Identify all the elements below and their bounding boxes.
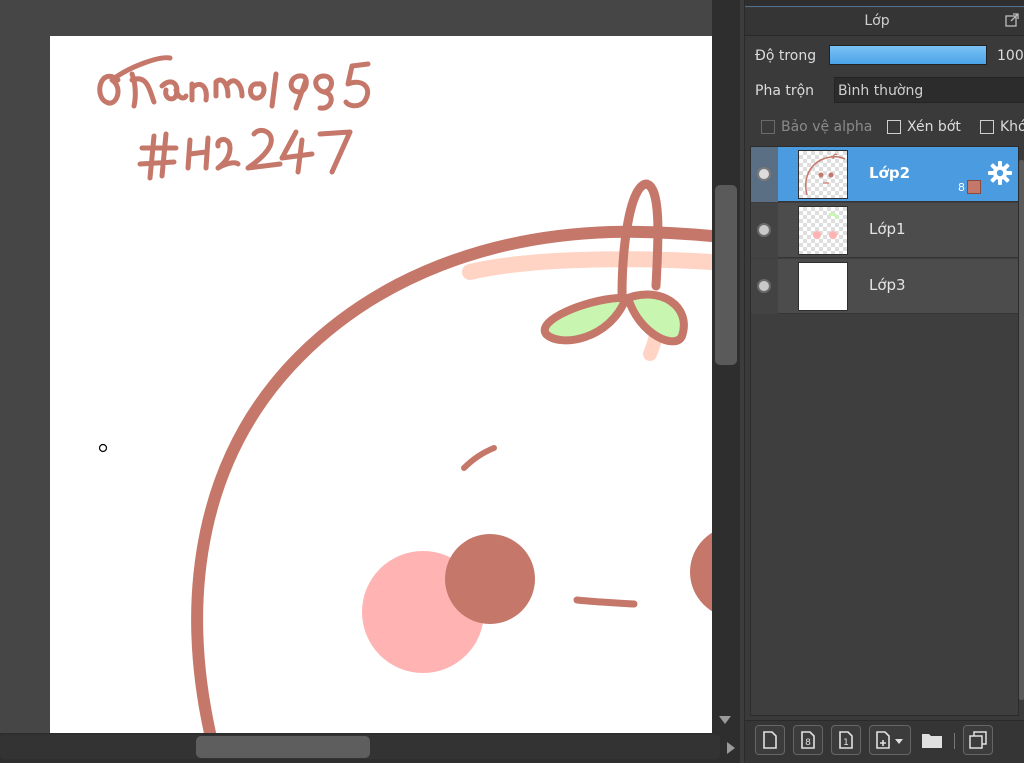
brush-cursor-icon [98, 443, 108, 453]
checkbox-box[interactable] [761, 120, 775, 134]
opacity-label: Độ trong [755, 48, 817, 64]
new-8bit-layer-icon: 8 [801, 731, 815, 749]
layer-name[interactable]: Lớp2 [869, 164, 910, 182]
visibility-eye-icon[interactable] [757, 167, 771, 181]
blend-mode-select[interactable]: Bình thường [834, 77, 1024, 103]
layer-count: 8 [958, 181, 965, 194]
layer-panel: Lớp Độ trong 100 Pha trộn Bình thường Bả… [744, 0, 1024, 763]
artwork [97, 55, 712, 733]
mouth [573, 596, 638, 608]
drawing-paper[interactable] [50, 36, 712, 733]
new-layer-button[interactable] [755, 725, 785, 755]
panel-title: Lớp [864, 13, 890, 29]
toolbar-separator [954, 733, 955, 749]
layer-item-lop2[interactable]: Lớp2 8 [751, 147, 1018, 202]
panel-header: Lớp [745, 8, 1024, 36]
new-layer-icon [763, 731, 777, 749]
add-layer-menu-icon [876, 731, 903, 749]
eye-left [445, 534, 535, 624]
svg-text:8: 8 [805, 738, 811, 748]
handwritten-signature [97, 55, 371, 181]
opacity-slider-fill [830, 46, 986, 64]
new-1bit-layer-icon: 1 [839, 731, 853, 749]
stem [617, 179, 663, 301]
folder-icon [922, 734, 942, 748]
blend-mode-label: Pha trộn [755, 83, 815, 99]
duplicate-layer-button[interactable] [963, 725, 993, 755]
layer-thumbnail [798, 262, 848, 311]
checkbox-box[interactable] [887, 120, 901, 134]
layer-thumbnail [798, 206, 848, 255]
canvas-horizontal-scrollbar[interactable] [0, 733, 740, 763]
leaf-right [624, 290, 688, 346]
clipping-label: Xén bớt [907, 119, 961, 135]
layer-item-lop1[interactable]: Lớp1 [751, 203, 1018, 258]
eyebrow [461, 445, 497, 471]
layer-thumbnail [798, 150, 848, 199]
popout-icon[interactable] [1005, 13, 1019, 27]
horizontal-scroll-thumb[interactable] [196, 736, 370, 758]
scroll-down-arrow-icon[interactable] [719, 716, 731, 724]
add-layer-menu-button[interactable] [869, 725, 911, 755]
panel-top-divider [745, 0, 1024, 7]
canvas-vertical-scrollbar[interactable] [712, 0, 740, 733]
rim-highlight [462, 251, 712, 280]
clipping-checkbox[interactable]: Xén bớt [887, 119, 961, 135]
layer-toolbar: 8 1 [745, 720, 1024, 763]
gear-icon[interactable] [987, 160, 1013, 186]
lock-checkbox[interactable]: Khó [980, 119, 1024, 135]
visibility-eye-icon[interactable] [757, 279, 771, 293]
new-8bit-layer-button[interactable]: 8 [793, 725, 823, 755]
new-1bit-layer-button[interactable]: 1 [831, 725, 861, 755]
canvas-area[interactable] [0, 0, 712, 733]
vertical-scroll-thumb[interactable] [715, 185, 737, 365]
leaf-left [540, 294, 630, 345]
layer-item-lop3[interactable]: Lớp3 [751, 259, 1018, 314]
new-folder-button[interactable] [917, 725, 947, 755]
lock-label: Khó [1000, 119, 1024, 135]
protect-alpha-checkbox[interactable]: Bảo vệ alpha [761, 119, 872, 135]
eye-right [690, 532, 712, 612]
opacity-value: 100 [997, 48, 1024, 64]
checkbox-box[interactable] [980, 120, 994, 134]
duplicate-layer-icon [969, 731, 987, 749]
opacity-slider[interactable] [829, 45, 987, 65]
scroll-right-arrow-icon[interactable] [727, 742, 735, 754]
visibility-eye-icon[interactable] [757, 223, 771, 237]
svg-text:1: 1 [843, 738, 849, 748]
protect-alpha-label: Bảo vệ alpha [781, 119, 873, 135]
layer-name[interactable]: Lớp1 [869, 220, 906, 238]
layer-list-scrollbar[interactable] [1019, 160, 1024, 700]
layer-name[interactable]: Lớp3 [869, 276, 906, 294]
layer-color-swatch[interactable] [967, 180, 981, 194]
layer-list: Lớp2 8 Lớp1 Lớp3 [750, 146, 1019, 716]
